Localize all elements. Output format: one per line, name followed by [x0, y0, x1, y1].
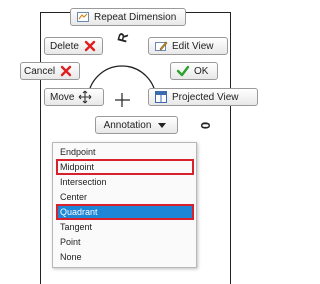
- delete-label: Delete: [50, 40, 79, 52]
- menu-item-point[interactable]: Point: [58, 236, 192, 248]
- move-label: Move: [50, 91, 75, 103]
- delete-icon: [83, 39, 97, 53]
- projected-view-button[interactable]: Projected View: [148, 88, 258, 106]
- menu-item-endpoint[interactable]: Endpoint: [58, 146, 192, 158]
- checkmark-icon: [176, 64, 190, 78]
- repeat-dimension-button[interactable]: Repeat Dimension: [70, 8, 186, 26]
- dimension-label-0: 0: [198, 121, 214, 130]
- repeat-dimension-icon: [76, 10, 90, 24]
- menu-item-center[interactable]: Center: [58, 191, 192, 203]
- dropdown-arrow-icon: [155, 118, 169, 132]
- annotation-label: Annotation: [103, 119, 152, 131]
- move-arrows-icon: [78, 90, 92, 104]
- cancel-label: Cancel: [24, 65, 56, 77]
- menu-item-none[interactable]: None: [58, 251, 192, 263]
- repeat-dimension-label: Repeat Dimension: [94, 11, 177, 23]
- menu-item-midpoint[interactable]: Midpoint: [56, 159, 194, 175]
- edit-view-label: Edit View: [172, 40, 214, 52]
- cancel-icon: [59, 64, 73, 78]
- projected-view-icon: [154, 90, 168, 104]
- cancel-button[interactable]: Cancel: [20, 62, 80, 80]
- menu-item-tangent[interactable]: Tangent: [58, 221, 192, 233]
- delete-button[interactable]: Delete: [44, 37, 103, 55]
- menu-item-intersection[interactable]: Intersection: [58, 176, 192, 188]
- ok-button[interactable]: OK: [170, 62, 218, 80]
- annotation-dropdown[interactable]: Annotation: [95, 116, 178, 134]
- edit-view-icon: [154, 39, 168, 53]
- snap-menu: Endpoint Midpoint Intersection Center Qu…: [52, 142, 197, 268]
- projected-view-label: Projected View: [172, 91, 239, 103]
- move-button[interactable]: Move: [44, 88, 104, 106]
- ok-label: OK: [194, 65, 209, 77]
- edit-view-button[interactable]: Edit View: [148, 37, 228, 55]
- menu-item-quadrant[interactable]: Quadrant: [56, 204, 194, 220]
